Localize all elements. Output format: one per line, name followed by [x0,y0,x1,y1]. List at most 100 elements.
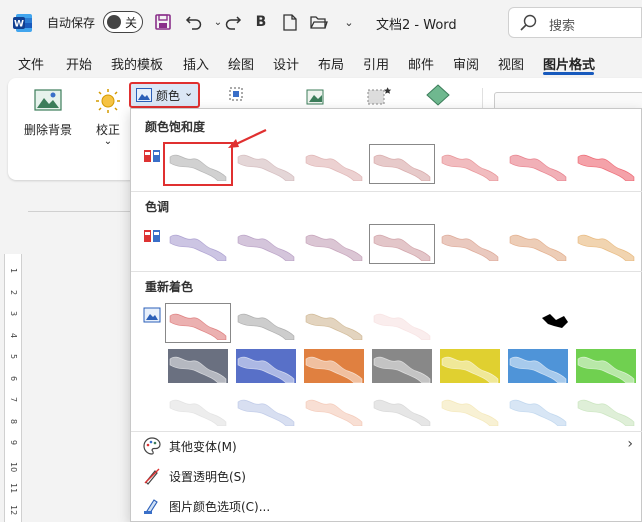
tab-view[interactable]: 视图 [498,54,524,73]
recolor-thumbnail[interactable] [236,349,296,383]
toggle-knob [107,15,121,29]
recolor-thumbnail[interactable] [168,349,228,383]
picture-color-options-menu-item[interactable]: 图片颜色选项(C)... [143,495,633,517]
recolor-thumbnail[interactable] [372,349,432,383]
recolor-thumbnail[interactable] [440,349,500,383]
ruler-number: 7 [9,397,18,403]
tab-my-templates[interactable]: 我的模板 [111,54,163,73]
bold-icon[interactable]: B [250,11,272,33]
compress-pictures-icon[interactable] [306,86,328,106]
tab-file[interactable]: 文件 [18,54,44,73]
recolor-thumbnail[interactable] [508,349,568,383]
saturation-section-icon [144,150,160,162]
ruler-number: 12 [9,504,18,515]
ruler-number: 1 [9,268,18,274]
autosave-toggle[interactable]: 关 [103,11,143,33]
recolor-thumbnail[interactable] [508,392,568,426]
submenu-arrow-icon: › [627,436,633,452]
svg-text:W: W [14,20,24,30]
set-transparent-color-label: 设置透明色(S) [169,470,246,484]
remove-background-icon [34,89,62,111]
recolor-thumbnail[interactable] [372,306,432,340]
saturation-thumbnail[interactable] [576,147,636,181]
search-box[interactable]: 搜索 [508,7,642,38]
annotation-arrow-icon [228,129,267,148]
color-dropdown-panel: 颜色饱和度 色调 重新着色 其他变体(M) › 设置透明色(S) 图片颜色选项(… [130,108,642,522]
tone-thumbnail[interactable] [440,227,500,261]
section-separator [131,271,642,272]
saturation-thumbnail[interactable] [440,147,500,181]
corrections-button[interactable]: 校正 ⌄ [88,88,128,147]
tab-review[interactable]: 审阅 [453,54,479,73]
ruler-number: 9 [9,440,18,446]
recolor-thumbnail[interactable] [168,392,228,426]
tone-section-icon [144,230,160,242]
recolor-thumbnail[interactable] [508,306,568,340]
tone-thumbnail[interactable] [304,227,364,261]
ruler-number: 6 [9,375,18,381]
tone-thumbnail[interactable] [236,227,296,261]
ruler-number: 4 [9,332,18,338]
saturation-thumbnail[interactable] [163,142,233,186]
remove-background-button[interactable]: 删除背景 [18,88,78,138]
new-document-icon[interactable] [279,11,301,33]
saturation-thumbnail[interactable] [508,147,568,181]
tone-thumbnail[interactable] [508,227,568,261]
undo-icon[interactable] [183,11,205,33]
section-separator [131,191,642,192]
saturation-thumbnail[interactable] [304,147,364,181]
recolor-thumbnail[interactable] [440,306,500,340]
recolor-thumbnail[interactable] [304,349,364,383]
saturation-thumbnail[interactable] [369,144,435,184]
transparent-color-pen-icon [144,468,160,485]
save-icon[interactable] [152,11,174,33]
tone-thumbnail[interactable] [576,227,636,261]
ruler-number: 11 [9,483,18,494]
recolor-thumbnail[interactable] [165,303,231,343]
tab-design[interactable]: 设计 [273,54,299,73]
palette-icon [143,437,161,455]
recolor-thumbnail[interactable] [304,306,364,340]
recolor-thumbnail[interactable] [576,392,636,426]
sun-icon [96,89,120,113]
ruler-number: 3 [9,311,18,317]
tab-mailings[interactable]: 邮件 [408,54,434,73]
color-dropdown-button[interactable]: 颜色 ⌄ [129,82,200,108]
recolor-thumbnail[interactable] [304,392,364,426]
corrections-dropdown-icon: ⌄ [103,136,113,147]
toggle-state-label: 关 [125,16,138,30]
tab-home[interactable]: 开始 [66,54,92,73]
tone-thumbnail[interactable] [369,224,435,264]
picture-color-icon [136,88,152,102]
search-placeholder: 搜索 [549,19,576,34]
more-variants-menu-item[interactable]: 其他变体(M) › [143,435,633,457]
recolor-thumbnail[interactable] [440,392,500,426]
ruler-number: 8 [9,418,18,424]
tab-references[interactable]: 引用 [363,54,389,73]
set-transparent-color-menu-item[interactable]: 设置透明色(S) [143,465,633,487]
artistic-effects-icon[interactable] [228,86,244,102]
tab-draw[interactable]: 绘图 [228,54,254,73]
tab-picture-format[interactable]: 图片格式 [543,54,595,73]
document-title: 文档2 - Word [376,18,457,33]
tab-layout[interactable]: 布局 [318,54,344,73]
recolor-thumbnail[interactable] [236,392,296,426]
redo-icon[interactable] [222,11,244,33]
document-canvas[interactable] [30,212,131,522]
reset-picture-icon[interactable] [426,84,450,106]
ruler-number: 5 [9,354,18,360]
tab-insert[interactable]: 插入 [183,54,209,73]
ruler-number: 10 [9,461,18,472]
saturation-thumbnail[interactable] [236,147,296,181]
customize-toolbar-icon[interactable]: ⌄ [338,11,360,33]
open-folder-icon[interactable] [308,11,330,33]
recolor-thumbnail[interactable] [372,392,432,426]
change-picture-icon[interactable] [366,86,394,106]
recolor-thumbnail[interactable] [576,349,636,383]
tone-thumbnail[interactable] [168,227,228,261]
section-separator [131,431,642,432]
recolor-thumbnail[interactable] [236,306,296,340]
saturation-section-title: 颜色饱和度 [145,120,206,134]
ruler-number: 2 [9,289,18,295]
recolor-section-icon [143,307,161,323]
